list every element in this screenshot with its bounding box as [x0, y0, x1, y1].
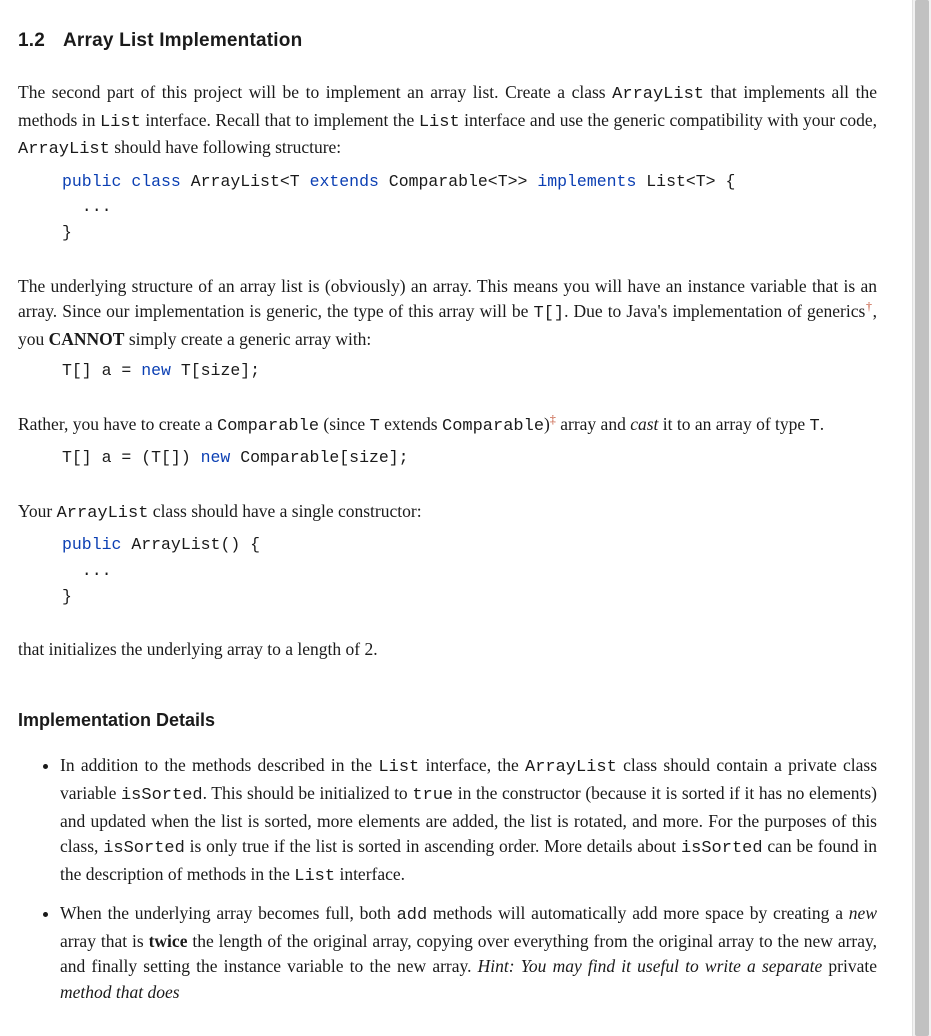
code-inline: ArrayList: [18, 140, 110, 159]
paragraph-1: The second part of this project will be …: [18, 80, 877, 163]
code-block-3: T[] a = (T[]) new Comparable[size];: [62, 445, 877, 471]
code-block-4: public ArrayList() { ... }: [62, 532, 877, 609]
code-inline: add: [397, 906, 428, 925]
code-inline: List: [294, 867, 335, 886]
footnote-ref: †: [865, 299, 872, 313]
paragraph-2: The underlying structure of an array lis…: [18, 274, 877, 352]
code-inline: ArrayList: [57, 504, 149, 523]
paragraph-5: that initializes the underlying array to…: [18, 637, 877, 662]
code-block-2: T[] a = new T[size];: [62, 358, 877, 384]
italic-text: Hint: You may find it useful to write a …: [478, 956, 829, 976]
keyword: class: [131, 172, 181, 191]
keyword: public: [62, 535, 121, 554]
code-inline: isSorted: [681, 839, 763, 858]
keyword: new: [201, 448, 231, 467]
code-inline: ArrayList: [525, 758, 617, 777]
scrollbar-thumb[interactable]: [915, 0, 929, 1036]
list-item: When the underlying array becomes full, …: [60, 901, 877, 1005]
italic-text: cast: [630, 414, 658, 434]
list-item: In addition to the methods described in …: [60, 753, 877, 889]
code-inline: T: [370, 417, 380, 436]
italic-text: method that does: [60, 982, 180, 1002]
keyword: extends: [310, 172, 379, 191]
bold-text: twice: [149, 931, 188, 951]
paragraph-4: Your ArrayList class should have a singl…: [18, 499, 877, 527]
code-inline: List: [378, 758, 419, 777]
vertical-scrollbar[interactable]: [912, 0, 931, 1036]
section-title: Array List Implementation: [63, 30, 302, 51]
bullet-list: In addition to the methods described in …: [18, 753, 877, 1005]
code-inline: T[]: [533, 304, 564, 323]
code-inline: Comparable: [217, 417, 319, 436]
keyword: public: [62, 172, 121, 191]
paragraph-3: Rather, you have to create a Comparable …: [18, 412, 877, 440]
code-inline: isSorted: [103, 839, 185, 858]
keyword: implements: [537, 172, 636, 191]
code-block-1: public class ArrayList<T extends Compara…: [62, 169, 877, 246]
code-inline: Comparable: [442, 417, 544, 436]
document-page: 1.2 Array List Implementation The second …: [0, 0, 895, 1005]
italic-text: new: [849, 903, 877, 923]
code-inline: T: [810, 417, 820, 436]
code-inline: ArrayList: [612, 85, 704, 104]
subsection-heading: Implementation Details: [18, 710, 877, 731]
section-heading: 1.2 Array List Implementation: [18, 30, 877, 52]
code-inline: true: [412, 786, 453, 805]
code-inline: isSorted: [121, 786, 203, 805]
section-number: 1.2: [18, 30, 45, 51]
bold-text: CANNOT: [49, 329, 125, 349]
code-inline: List: [419, 113, 460, 132]
keyword: new: [141, 361, 171, 380]
code-inline: List: [100, 113, 141, 132]
